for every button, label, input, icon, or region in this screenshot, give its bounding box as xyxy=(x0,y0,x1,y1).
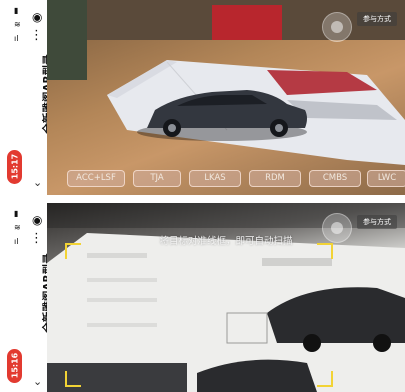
capture-button[interactable] xyxy=(322,213,352,243)
feature-bar: ACC+LSF TJA LKAS RDM CMBS LWC xyxy=(57,170,405,187)
scan-frame-corner xyxy=(65,243,81,259)
wifi-icon: ≋ xyxy=(14,223,21,232)
battery-icon: ▮ xyxy=(14,6,19,15)
target-icon[interactable]: ◉ xyxy=(32,213,42,227)
camera-view: 将目标对准线框，即可自动扫描 参与方式 xyxy=(47,203,405,392)
scan-frame-corner xyxy=(317,371,333,387)
participate-button[interactable]: 参与方式 xyxy=(357,215,397,229)
more-dots-icon[interactable]: ⋮ xyxy=(30,28,43,43)
feature-cmbs-button[interactable]: CMBS xyxy=(309,170,361,187)
scan-frame-corner xyxy=(65,371,81,387)
feature-lwc-button[interactable]: LWC xyxy=(367,170,405,187)
camera-view: 参与方式 ACC+LSF TJA LKAS RDM CMBS LWC xyxy=(47,0,405,195)
status-strip: ▮ ≋ ıl ◉ ⋮ 全新雅阁AR型录 15:17 ⌄ xyxy=(0,0,54,195)
chevron-down-icon[interactable]: ⌄ xyxy=(33,375,42,388)
capture-button[interactable] xyxy=(322,12,352,42)
more-dots-icon[interactable]: ⋮ xyxy=(30,231,43,246)
battery-icon: ▮ xyxy=(14,209,19,218)
time-badge: 15:17 xyxy=(7,150,22,184)
chevron-down-icon[interactable]: ⌄ xyxy=(33,176,42,189)
wifi-icon: ≋ xyxy=(14,20,21,29)
feature-rdm-button[interactable]: RDM xyxy=(249,170,301,187)
target-icon[interactable]: ◉ xyxy=(32,10,42,24)
feature-lkas-button[interactable]: LKAS xyxy=(189,170,241,187)
signal-icon: ıl xyxy=(14,237,19,246)
feature-tja-button[interactable]: TJA xyxy=(133,170,181,187)
scan-frame-corner xyxy=(317,243,333,259)
signal-icon: ıl xyxy=(14,34,19,43)
feature-acc-lsf-button[interactable]: ACC+LSF xyxy=(67,170,125,187)
time-badge: 15:16 xyxy=(7,349,22,383)
participate-button[interactable]: 参与方式 xyxy=(357,12,397,26)
status-strip: ▮ ≋ ıl ◉ ⋮ 全新雅阁AR型录 15:16 ⌄ xyxy=(0,203,54,392)
ar-panel-bottom: ▮ ≋ ıl ◉ ⋮ 全新雅阁AR型录 15:16 ⌄ 将目标对准线框，即可自动 xyxy=(0,203,405,392)
ar-panel-top: ▮ ≋ ıl ◉ ⋮ 全新雅阁AR型录 15:17 ⌄ xyxy=(0,0,405,195)
scan-hint-text: 将目标对准线框，即可自动扫描 xyxy=(159,236,293,247)
